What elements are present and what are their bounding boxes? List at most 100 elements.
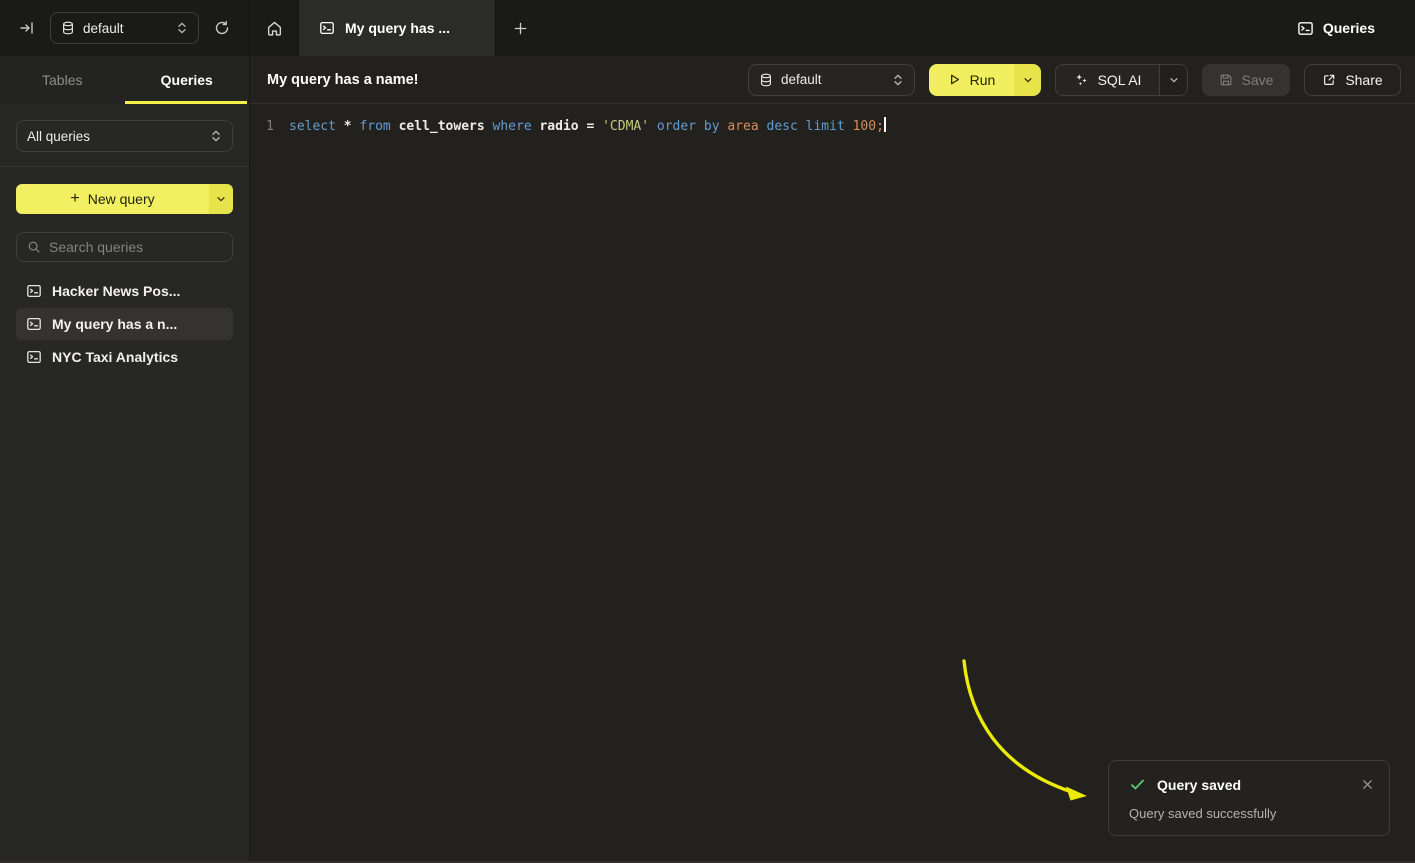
sql-console-app: default My query has ... Quer: [0, 0, 1415, 863]
toast-message: Query saved successfully: [1129, 806, 1375, 821]
search-icon: [27, 240, 41, 254]
new-query-label: New query: [88, 191, 155, 207]
header-left-section: default: [0, 0, 250, 56]
sparkles-icon: [1074, 72, 1089, 87]
save-label: Save: [1242, 72, 1274, 88]
terminal-icon: [1297, 20, 1314, 37]
header-database-selector[interactable]: default: [50, 12, 199, 44]
query-filter-value: All queries: [27, 129, 90, 144]
terminal-icon: [26, 316, 42, 332]
toast-title: Query saved: [1157, 777, 1241, 793]
refresh-icon: [214, 20, 230, 36]
query-item-label: Hacker News Pos...: [52, 283, 180, 299]
query-editor-panel: My query has a name! default Run: [250, 56, 1415, 861]
chevron-down-icon: [1023, 75, 1033, 85]
sql-token: =: [586, 119, 602, 134]
text-cursor: [884, 117, 886, 132]
terminal-icon: [319, 20, 335, 36]
chevron-updown-icon: [210, 129, 222, 143]
terminal-icon: [26, 349, 42, 365]
query-title[interactable]: My query has a name!: [267, 72, 419, 88]
home-button[interactable]: [250, 0, 298, 56]
terminal-icon: [26, 283, 42, 299]
new-query-split-button: + New query: [16, 184, 233, 214]
sql-token: limit: [806, 119, 853, 134]
toast-query-saved: Query saved Query saved successfully: [1108, 760, 1390, 836]
editor-line-1: 1 select * from cell_towers where radio …: [250, 117, 1415, 137]
queries-menu-button[interactable]: Queries: [1297, 0, 1415, 56]
query-list-item-nyc-taxi[interactable]: NYC Taxi Analytics: [16, 341, 233, 373]
query-list: Hacker News Pos... My query has a n... N…: [16, 275, 233, 373]
share-button[interactable]: Share: [1304, 64, 1401, 96]
run-split-button: Run: [929, 64, 1041, 96]
search-queries-input[interactable]: [49, 239, 222, 255]
plus-icon: [513, 21, 528, 36]
check-icon: [1129, 776, 1146, 793]
sql-token: order by: [657, 119, 727, 134]
line-number: 1: [250, 117, 276, 137]
sidebar-expand-icon: [19, 20, 35, 36]
sql-token: cell_towers: [399, 119, 493, 134]
sql-ai-split-button: SQL AI: [1055, 64, 1188, 96]
sql-ai-label: SQL AI: [1098, 72, 1142, 88]
query-item-label: NYC Taxi Analytics: [52, 349, 178, 365]
sql-token: area: [727, 119, 766, 134]
toolbar-database-selector[interactable]: default: [748, 64, 915, 96]
sql-ai-options-button[interactable]: [1159, 65, 1187, 95]
new-query-options-button[interactable]: [209, 184, 233, 214]
search-queries-box: [16, 232, 233, 262]
toast-close-button[interactable]: [1360, 777, 1375, 792]
toolbar-controls: default Run: [748, 64, 1401, 96]
query-list-item-my-query[interactable]: My query has a n...: [16, 308, 233, 340]
database-icon: [759, 73, 773, 87]
query-filter-selector[interactable]: All queries: [16, 120, 233, 152]
header-database-value: default: [83, 21, 124, 36]
play-icon: [948, 73, 961, 86]
sidebar-divider: [0, 166, 249, 167]
share-label: Share: [1345, 72, 1382, 88]
save-button[interactable]: Save: [1202, 64, 1290, 96]
chevron-updown-icon: [892, 73, 904, 87]
query-toolbar: My query has a name! default Run: [250, 56, 1415, 104]
sql-token: *: [344, 119, 360, 134]
run-button[interactable]: Run: [929, 64, 1014, 96]
sql-token: radio: [539, 119, 586, 134]
sql-token: select: [289, 119, 344, 134]
plus-icon: +: [70, 190, 79, 208]
sql-editor[interactable]: 1 select * from cell_towers where radio …: [250, 104, 1415, 861]
save-icon: [1219, 73, 1233, 87]
new-tab-button[interactable]: [496, 0, 544, 56]
toast-header: Query saved: [1129, 776, 1375, 793]
run-options-button[interactable]: [1014, 64, 1041, 96]
sql-ai-button[interactable]: SQL AI: [1056, 65, 1159, 95]
home-icon: [266, 20, 283, 37]
sql-token: where: [493, 119, 540, 134]
sql-token: from: [359, 119, 398, 134]
sql-token: desc: [767, 119, 806, 134]
tab-label: My query has ...: [345, 20, 450, 36]
run-label: Run: [970, 72, 996, 88]
top-header: default My query has ... Quer: [0, 0, 1415, 56]
sql-token: 'CDMA': [602, 119, 657, 134]
close-icon: [1362, 779, 1373, 790]
refresh-button[interactable]: [209, 15, 235, 41]
sidebar-tab-queries[interactable]: Queries: [125, 56, 250, 104]
sql-token: 100;: [853, 119, 884, 134]
chevron-down-icon: [1169, 75, 1179, 85]
query-item-label: My query has a n...: [52, 316, 177, 332]
sidebar-expand-button[interactable]: [14, 15, 40, 41]
tab-my-query[interactable]: My query has ...: [298, 0, 496, 56]
sql-code-line: select * from cell_towers where radio = …: [276, 117, 886, 137]
database-icon: [61, 21, 75, 35]
share-icon: [1322, 73, 1336, 87]
sidebar-body: All queries + New query: [0, 104, 249, 389]
tab-strip: My query has ...: [250, 0, 544, 56]
toolbar-database-value: default: [781, 72, 822, 87]
chevron-down-icon: [216, 194, 226, 204]
sidebar-tab-tables[interactable]: Tables: [0, 56, 125, 104]
query-list-item-hacker-news[interactable]: Hacker News Pos...: [16, 275, 233, 307]
chevron-updown-icon: [176, 21, 188, 35]
new-query-button[interactable]: + New query: [16, 184, 209, 214]
queries-menu-label: Queries: [1323, 20, 1375, 36]
sidebar-tabs: Tables Queries: [0, 56, 249, 104]
